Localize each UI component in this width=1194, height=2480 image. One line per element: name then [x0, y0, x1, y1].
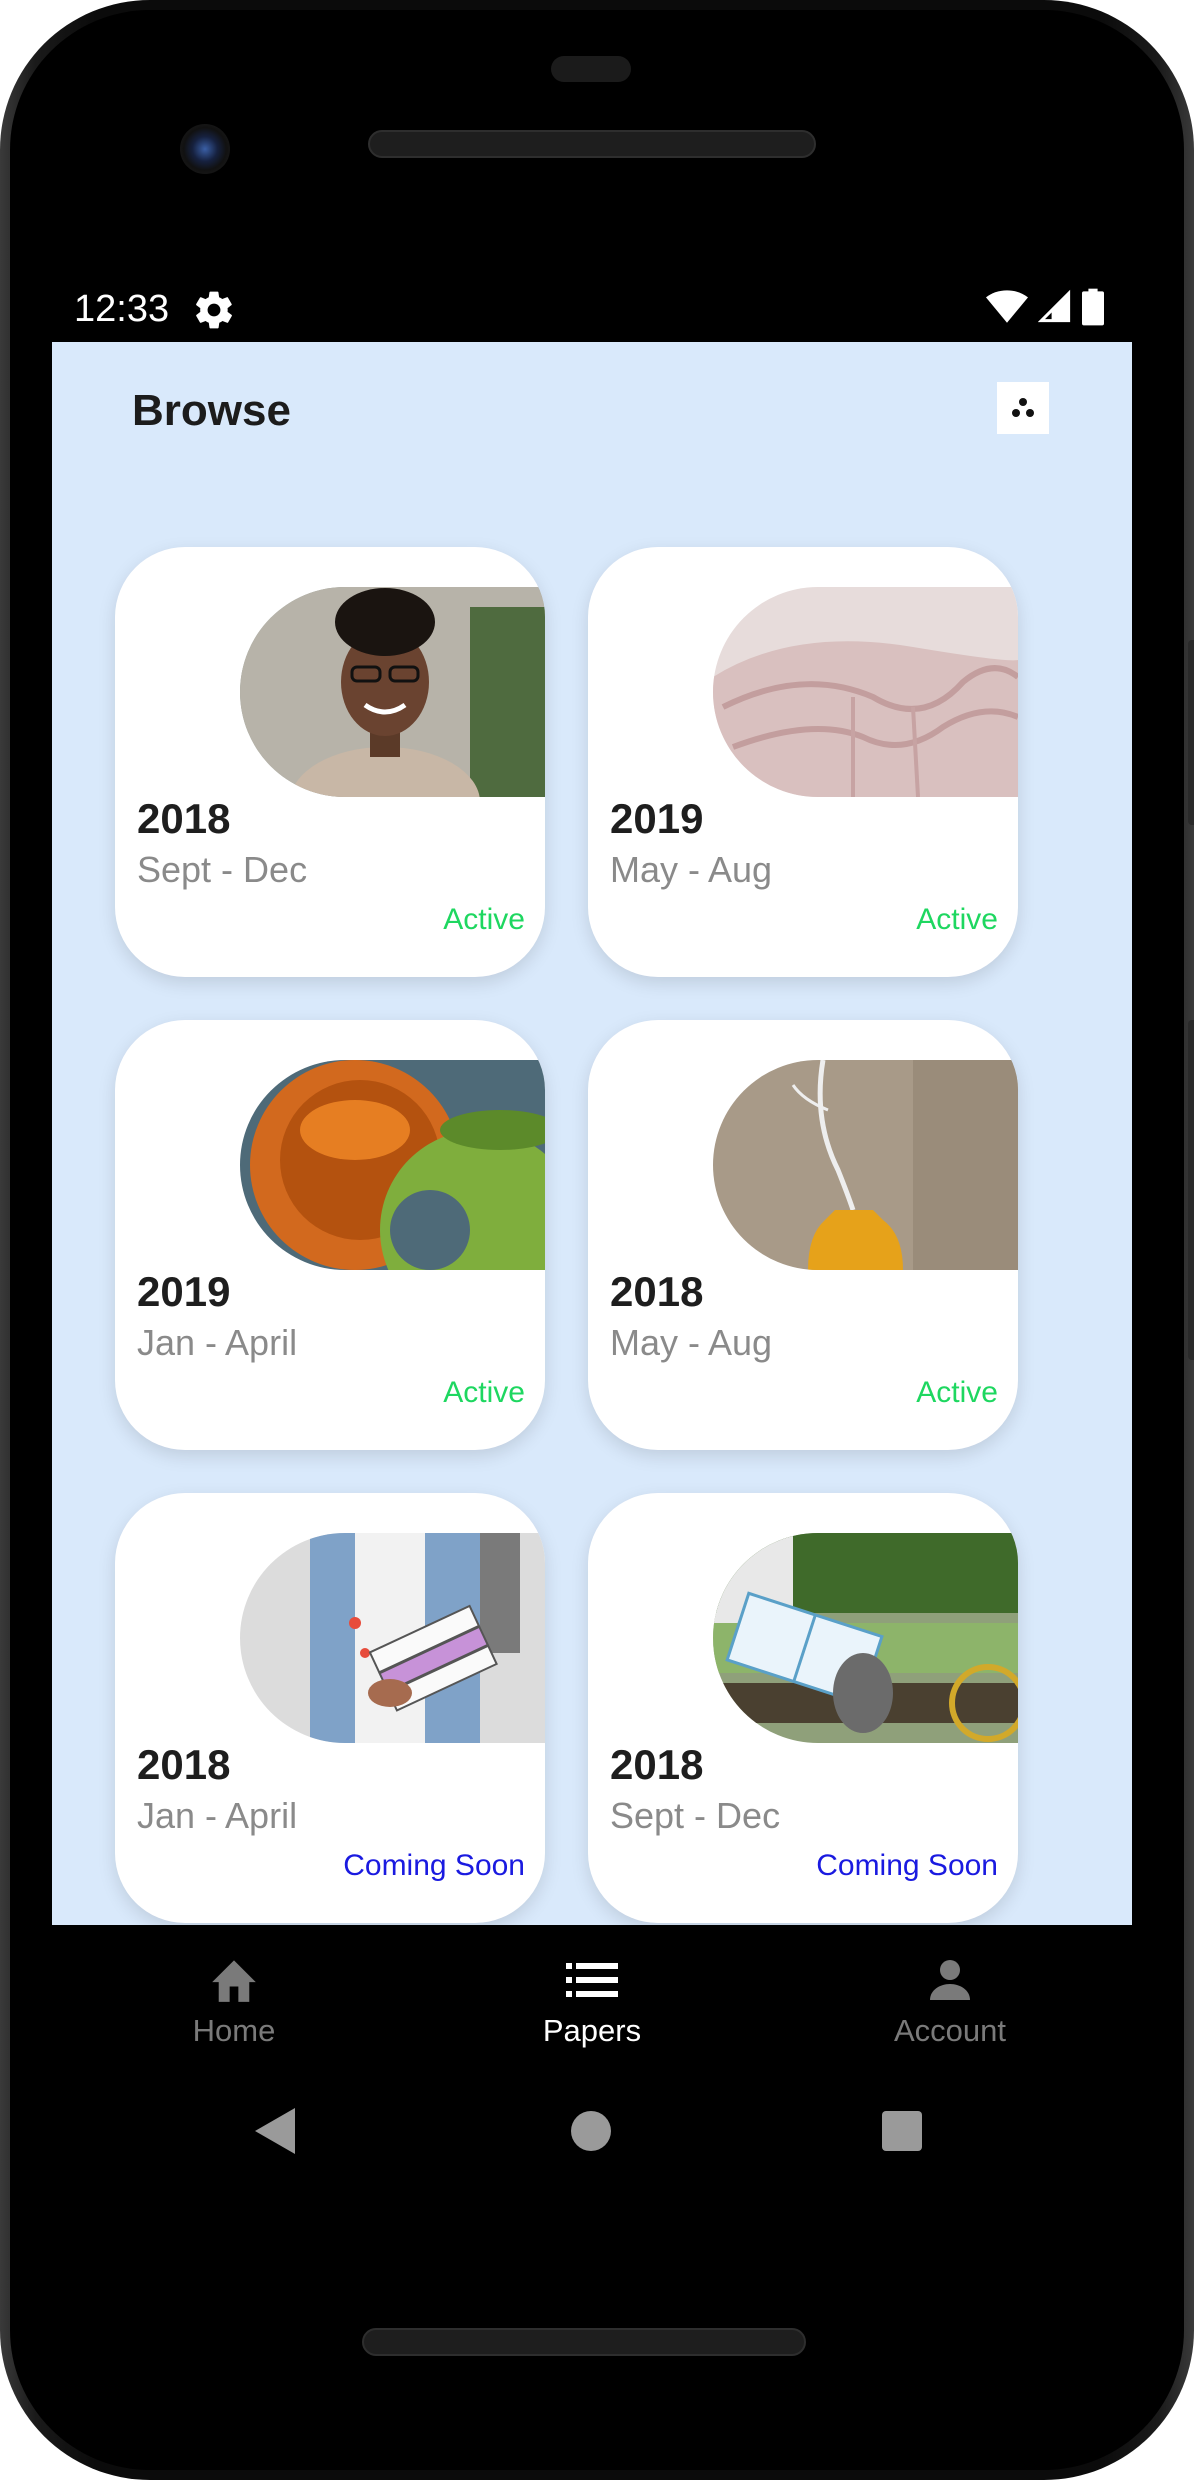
- proximity-sensor: [551, 56, 631, 82]
- card-year: 2018: [137, 795, 231, 842]
- paper-card[interactable]: 2019 Jan - April Active: [115, 1020, 545, 1450]
- card-term: Jan - April: [137, 1322, 298, 1363]
- card-year: 2019: [610, 795, 704, 842]
- card-image-woman-portrait: [240, 587, 545, 797]
- card-term: Sept - Dec: [137, 849, 308, 890]
- recents-icon[interactable]: [882, 2111, 922, 2151]
- status-badge: Active: [443, 903, 525, 936]
- paper-card[interactable]: 2019 May - Aug Active: [588, 547, 1018, 977]
- paper-card[interactable]: 2018 Jan - April Coming Soon: [115, 1493, 545, 1923]
- front-camera: [180, 124, 230, 174]
- status-badge: Active: [916, 1376, 998, 1409]
- status-badge: Active: [916, 903, 998, 936]
- person-icon: [930, 1960, 970, 2000]
- card-year: 2019: [137, 1268, 231, 1315]
- status-bar: 12:33: [52, 280, 1132, 342]
- top-speaker: [368, 130, 816, 158]
- status-icons: [986, 288, 1104, 326]
- card-term: May - Aug: [610, 849, 773, 890]
- page-title: Browse: [132, 386, 291, 435]
- more-options-button[interactable]: [997, 382, 1049, 434]
- card-term: Sept - Dec: [610, 1795, 781, 1836]
- card-term: Jan - April: [137, 1795, 298, 1836]
- nav-label-papers: Papers: [542, 2013, 642, 2048]
- bottom-speaker: [362, 2328, 806, 2356]
- status-badge: Coming Soon: [343, 1849, 525, 1882]
- back-icon[interactable]: [255, 2108, 295, 2154]
- nav-label-home: Home: [192, 2013, 276, 2048]
- volume-button: [1188, 1020, 1194, 1360]
- home-circle-icon[interactable]: [571, 2111, 611, 2151]
- signal-icon: [1038, 289, 1071, 323]
- nav-item-home[interactable]: Home: [84, 1953, 384, 2049]
- settings-icon: [196, 291, 232, 329]
- nav-item-account[interactable]: Account: [800, 1953, 1100, 2049]
- paper-card[interactable]: 2018 Sept - Dec Active: [115, 547, 545, 977]
- wifi-icon: [986, 290, 1028, 323]
- home-icon: [212, 1960, 256, 2002]
- status-badge: Active: [443, 1376, 525, 1409]
- card-image-student-with-books: [240, 1533, 545, 1743]
- nav-label-account: Account: [893, 2013, 1006, 2048]
- paper-card[interactable]: 2018 Sept - Dec Coming Soon: [588, 1493, 1018, 1923]
- status-badge: Coming Soon: [816, 1849, 998, 1882]
- paper-card[interactable]: 2018 May - Aug Active: [588, 1020, 1018, 1450]
- nav-item-papers[interactable]: Papers: [442, 1953, 742, 2049]
- power-button: [1188, 640, 1194, 825]
- list-icon: [566, 1963, 618, 1997]
- card-term: May - Aug: [610, 1322, 773, 1363]
- card-image-book-on-bench: [713, 1533, 1018, 1743]
- status-time: 12:33: [74, 288, 170, 330]
- card-image-orange-green-spheres: [240, 1060, 545, 1270]
- card-year: 2018: [137, 1741, 231, 1788]
- three-dots-icon: [1012, 398, 1034, 417]
- card-image-pink-curves: [713, 587, 1018, 797]
- card-year: 2018: [610, 1268, 704, 1315]
- battery-icon: [1082, 288, 1104, 326]
- card-year: 2018: [610, 1741, 704, 1788]
- system-nav-bar: [0, 2100, 1194, 2170]
- bottom-nav: Home Papers Account: [52, 1925, 1132, 2075]
- browse-screen: Browse 2018 Sept - Dec Active 2019 May -…: [52, 342, 1132, 1925]
- card-image-yellow-vase: [713, 1060, 1018, 1270]
